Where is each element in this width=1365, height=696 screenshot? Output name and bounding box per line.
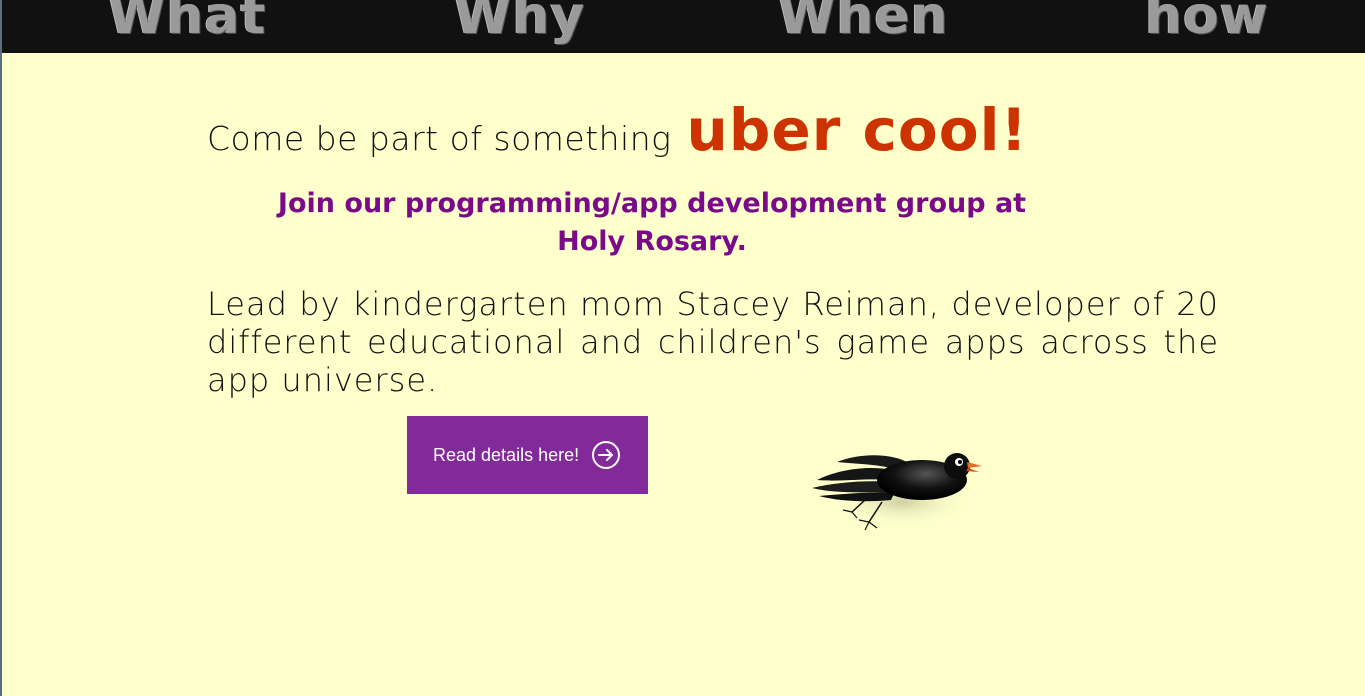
nav-when[interactable]: When: [778, 0, 949, 46]
subheading: Join our programming/app development gro…: [277, 188, 1027, 257]
read-details-label: Read details here!: [433, 444, 580, 465]
nav-how[interactable]: how: [1145, 0, 1269, 46]
hero-headline: Come be part of something uber cool!: [207, 96, 1107, 166]
crow-icon: [807, 440, 987, 535]
nav-what[interactable]: What: [108, 0, 266, 46]
intro-paragraph: Lead by kindergarten mom Stacey Reiman, …: [207, 285, 1219, 399]
arrow-right-circle-icon: [591, 440, 621, 470]
nav-why[interactable]: Why: [454, 0, 585, 46]
read-details-button[interactable]: Read details here!: [407, 416, 648, 494]
hero-lead: Come be part of something: [207, 119, 672, 158]
hero-accent: uber cool!: [686, 96, 1028, 164]
top-navbar: What Why When how: [2, 0, 1365, 53]
